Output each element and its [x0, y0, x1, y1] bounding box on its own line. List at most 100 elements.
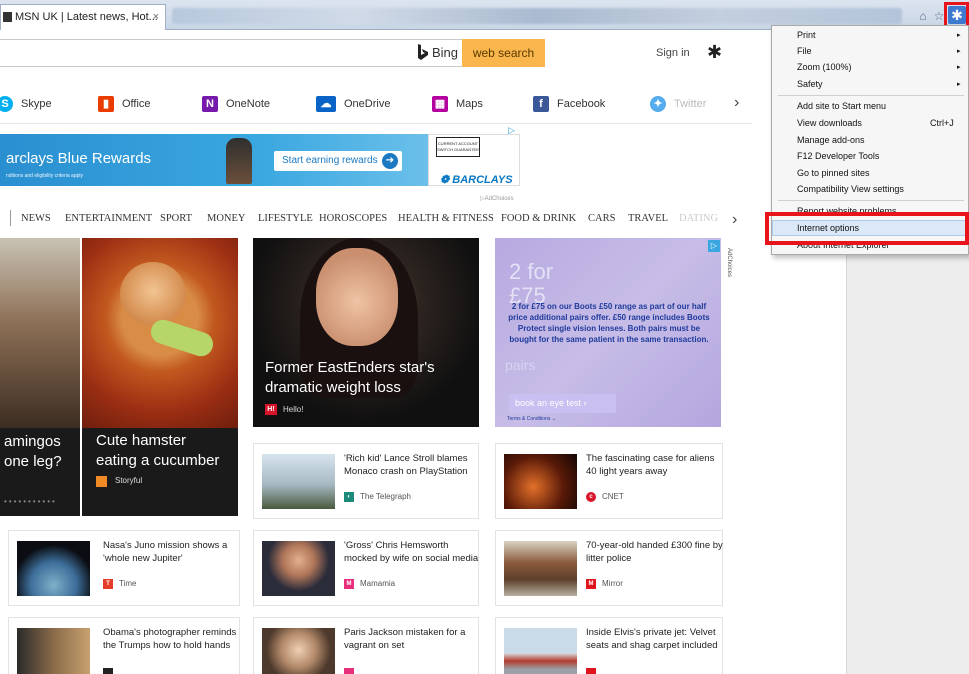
menu-separator — [778, 95, 964, 96]
menu-add-site-start[interactable]: Add site to Start menu — [797, 101, 886, 111]
card-source: Mirror — [602, 579, 623, 588]
card-title: The fascinating case for aliens 40 light… — [586, 453, 715, 477]
chevron-right-icon: ▸ — [957, 64, 961, 71]
nav-news[interactable]: NEWS — [21, 213, 51, 224]
nav-dating[interactable]: DATING — [679, 213, 718, 224]
ad-info-icon[interactable]: ▷ — [508, 125, 515, 136]
news-card[interactable]: Inside Elvis's private jet: Velvet seats… — [495, 617, 723, 674]
hero-source: Storyful — [115, 476, 143, 485]
mamamia-icon: M — [344, 579, 354, 589]
cnet-icon: c — [586, 492, 596, 502]
card-source: Time — [119, 579, 137, 588]
card-title: Obama's photographer reminds the Trumps … — [103, 627, 237, 651]
nav-money[interactable]: MONEY — [207, 213, 246, 224]
story-face-image — [316, 248, 398, 346]
nav-horoscopes[interactable]: HOROSCOPES — [319, 213, 387, 224]
menu-view-downloads[interactable]: View downloads — [797, 118, 862, 128]
card-title: 70-year-old handed £300 fine by litter p… — [586, 540, 723, 564]
sign-in-link[interactable]: Sign in — [656, 47, 690, 59]
banner-runner-image — [226, 138, 252, 184]
card-source: CNET — [602, 492, 624, 501]
menu-manage-addons[interactable]: Manage add-ons — [797, 135, 865, 145]
card-title: Paris Jackson mistaken for a vagrant on … — [344, 627, 466, 651]
chevron-right-icon: ▸ — [957, 32, 961, 39]
ad-terms-link[interactable]: Terms & Conditions ⌄ — [507, 416, 556, 422]
ad-info-icon[interactable]: ▷ — [708, 240, 720, 252]
flamingo-image[interactable] — [0, 238, 80, 428]
nav-next-icon[interactable]: › — [732, 211, 737, 229]
facebook-icon: f — [533, 96, 549, 113]
bing-label: Bing — [432, 45, 459, 60]
msn-favicon — [3, 12, 12, 22]
news-card[interactable]: Nasa's Juno mission shows a 'whole new J… — [8, 530, 240, 606]
menu-safety[interactable]: Safety — [797, 79, 823, 89]
banner-cta-button[interactable]: Start earning rewards ➔ — [274, 151, 402, 171]
twitter-icon: ✦ — [650, 96, 666, 113]
news-card[interactable]: 'Gross' Chris Hemsworth mocked by wife o… — [253, 530, 479, 606]
hero-right-title[interactable]: Cute hamster eating a cucumber — [96, 431, 219, 471]
web-search-button[interactable]: web search — [462, 39, 545, 67]
news-card[interactable]: The fascinating case for aliens 40 light… — [495, 443, 723, 519]
office-icon: ▮ — [98, 96, 114, 113]
news-card[interactable]: 'Rich kid' Lance Stroll blames Monaco cr… — [253, 443, 479, 519]
banner-small-print: nditions and eligibility criteria apply — [6, 173, 83, 179]
card-source-icon — [344, 668, 354, 674]
story-title[interactable]: Former EastEnders star's dramatic weight… — [265, 358, 465, 398]
quicklink-office[interactable]: ▮ Office — [98, 95, 151, 113]
card-thumbnail — [504, 541, 577, 596]
quicklink-facebook[interactable]: f Facebook — [533, 95, 605, 113]
tab-close-icon[interactable]: × — [153, 5, 159, 29]
quicklink-onedrive[interactable]: ☁ OneDrive — [316, 95, 390, 113]
onedrive-icon: ☁ — [316, 96, 336, 113]
card-thumbnail — [262, 541, 335, 596]
nav-entertainment[interactable]: ENTERTAINMENT — [65, 213, 152, 224]
menu-pinned-sites[interactable]: Go to pinned sites — [797, 168, 870, 178]
address-bar-blurred[interactable] — [172, 8, 902, 24]
skype-icon: S — [0, 96, 13, 113]
nav-travel[interactable]: TRAVEL — [628, 213, 668, 224]
news-card[interactable]: Obama's photographer reminds the Trumps … — [8, 617, 240, 674]
card-title: Inside Elvis's private jet: Velvet seats… — [586, 627, 718, 651]
menu-f12-devtools[interactable]: F12 Developer Tools — [797, 151, 879, 161]
nav-separator — [10, 210, 11, 226]
quicklink-twitter[interactable]: ✦ Twitter — [650, 95, 706, 113]
hello-icon: H! — [265, 404, 277, 415]
adchoices-link[interactable]: ▷AdChoices — [480, 195, 514, 202]
msn-settings-icon[interactable]: ✱ — [707, 42, 722, 63]
news-card[interactable]: 70-year-old handed £300 fine by litter p… — [495, 530, 723, 606]
quicklink-onenote[interactable]: N OneNote — [202, 95, 270, 113]
menu-separator — [778, 200, 964, 201]
adchoices-vertical[interactable]: AdChoices — [726, 248, 732, 277]
card-thumbnail — [504, 628, 577, 674]
quicklinks-next-icon[interactable]: › — [734, 94, 739, 112]
news-card[interactable]: Paris Jackson mistaken for a vagrant on … — [253, 617, 479, 674]
menu-zoom[interactable]: Zoom (100%) — [797, 62, 852, 72]
home-icon[interactable]: ⌂ — [916, 9, 930, 23]
nav-sport[interactable]: SPORT — [160, 213, 192, 224]
quicklink-maps[interactable]: ▦ Maps — [432, 95, 483, 113]
telegraph-icon: ◐ — [344, 492, 354, 502]
mirror-icon: M — [586, 579, 596, 589]
menu-print[interactable]: Print — [797, 30, 816, 40]
storyful-icon — [96, 476, 107, 487]
chevron-right-icon: ▸ — [957, 81, 961, 88]
nav-cars[interactable]: CARS — [588, 213, 615, 224]
menu-file[interactable]: File — [797, 46, 812, 56]
banner-title: arclays Blue Rewards — [6, 150, 152, 167]
time-icon: T — [103, 579, 113, 589]
barclays-logo: ❁ BARCLAYS — [440, 174, 513, 186]
carousel-dots[interactable]: ••••••••••• — [4, 497, 57, 506]
browser-tab[interactable]: MSN UK | Latest news, Hot... × — [0, 4, 166, 30]
hero-left-title[interactable]: amingos one leg? — [4, 432, 62, 472]
menu-compat-view[interactable]: Compatibility View settings — [797, 184, 904, 194]
hamster-face-image — [120, 262, 186, 326]
nav-lifestyle[interactable]: LIFESTYLE — [258, 213, 313, 224]
card-source-icon — [103, 668, 113, 674]
onenote-icon: N — [202, 96, 218, 113]
card-thumbnail — [262, 454, 335, 509]
nav-food-drink[interactable]: FOOD & DRINK — [501, 213, 576, 224]
chevron-right-icon: ▸ — [957, 48, 961, 55]
quicklink-skype[interactable]: S Skype — [0, 95, 52, 113]
book-eye-test-button[interactable]: book an eye test › — [509, 394, 616, 413]
nav-health-fitness[interactable]: HEALTH & FITNESS — [398, 213, 494, 224]
